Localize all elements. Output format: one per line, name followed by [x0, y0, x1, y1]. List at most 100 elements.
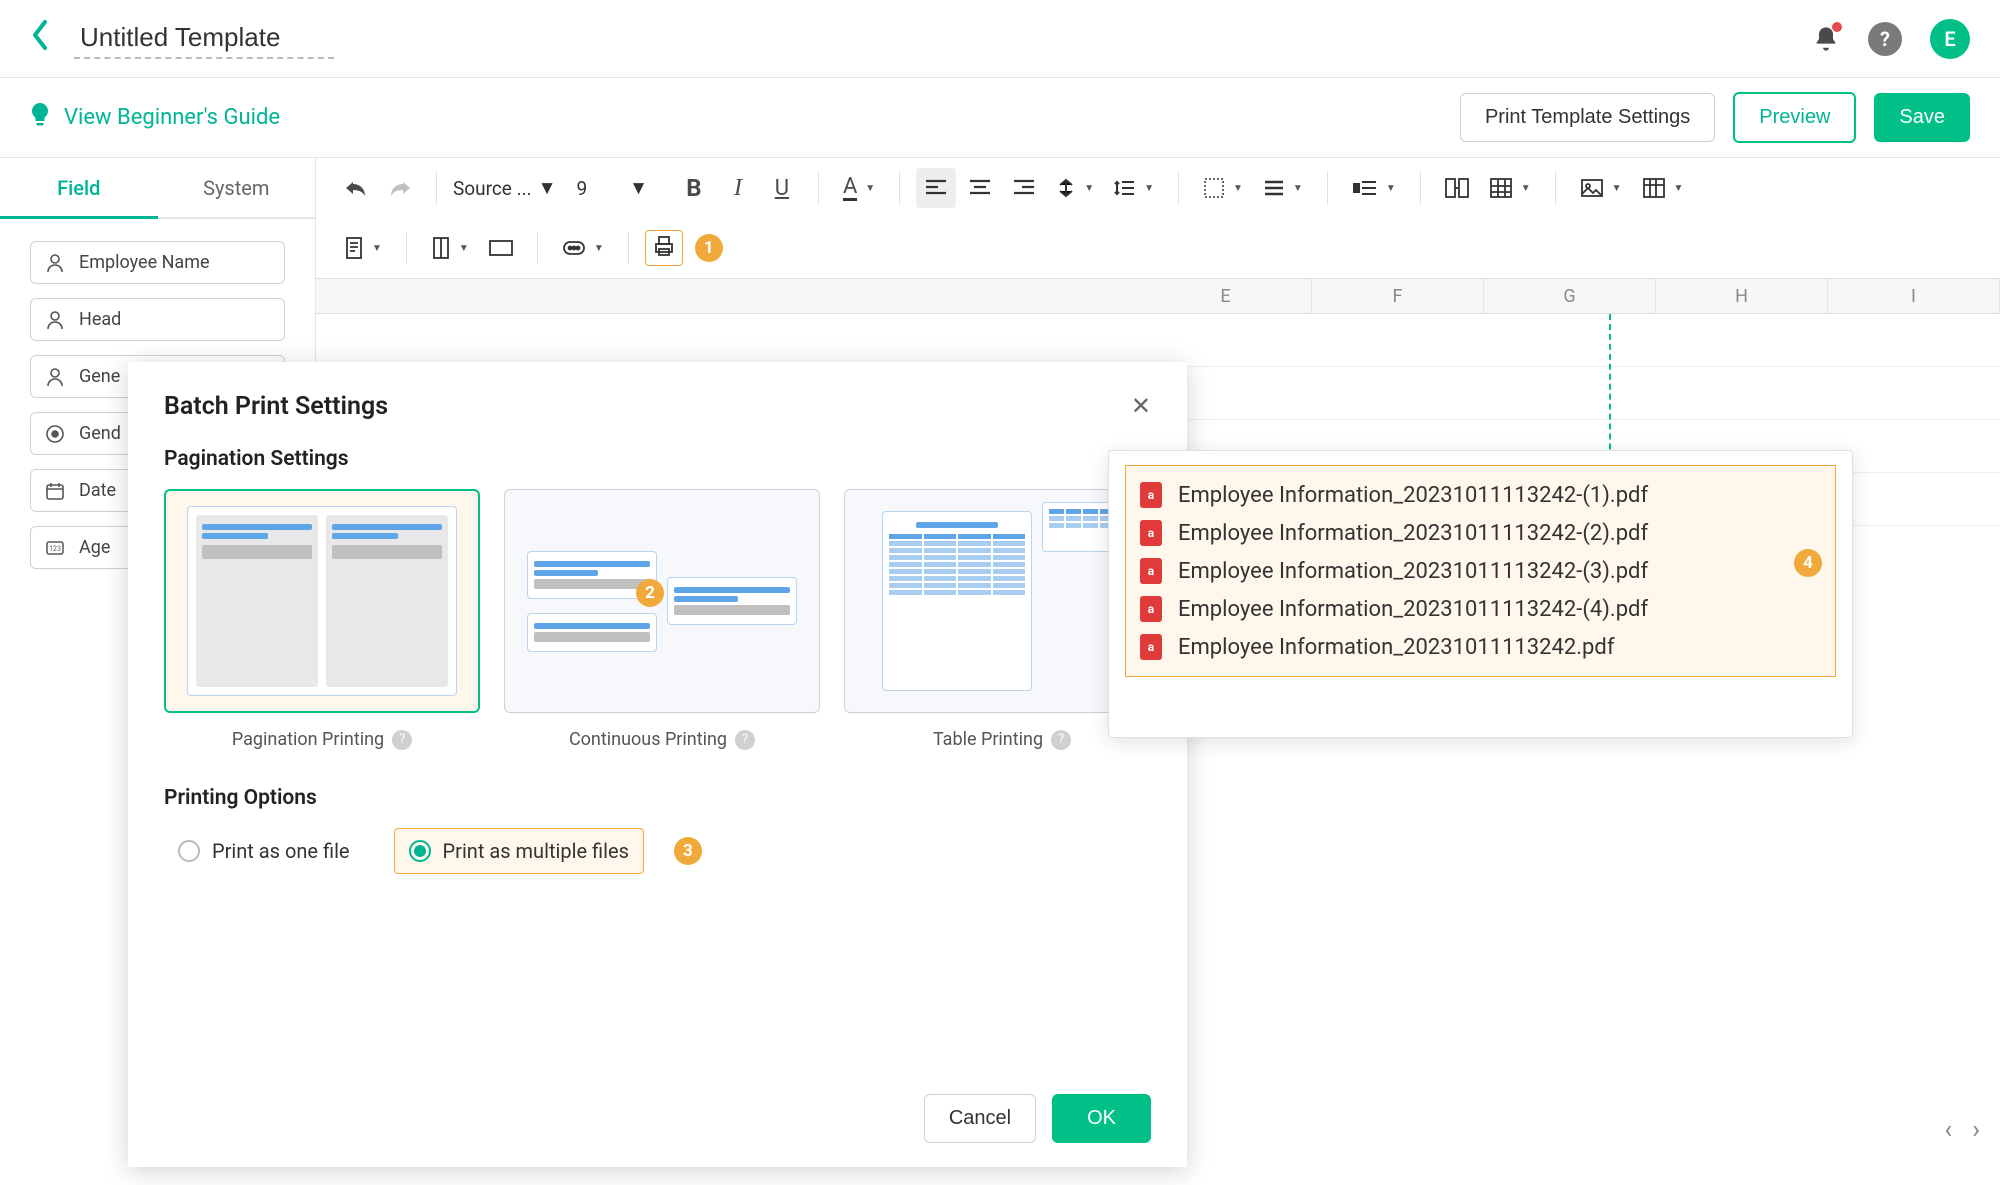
format-toolbar: Source ...▼ 9▼ B I U A▼ ▼ ▼ ▼ ▼ ▼ ▼ ▼	[316, 158, 2000, 218]
generated-files-popover: a Employee Information_20231011113242-(1)…	[1108, 450, 1853, 738]
sub-header: View Beginner's Guide Print Template Set…	[0, 78, 2000, 158]
field-label: Age	[79, 537, 110, 558]
radio-label: Print as multiple files	[443, 839, 629, 863]
file-name: Employee Information_20231011113242.pdf	[1178, 635, 1614, 660]
column-header[interactable]: E	[1140, 279, 1312, 313]
column-icon[interactable]: ▼	[423, 228, 477, 268]
printer-icon	[652, 235, 676, 261]
callout-3: 3	[674, 837, 702, 865]
person-icon	[45, 253, 67, 273]
indent-icon[interactable]: ▼	[1344, 168, 1404, 208]
italic-icon[interactable]: I	[718, 168, 758, 208]
image-icon[interactable]: ▼	[1572, 168, 1630, 208]
font-size-select[interactable]: 9▼	[576, 176, 648, 200]
notification-dot	[1832, 22, 1842, 32]
notifications-bell-icon[interactable]	[1812, 24, 1840, 54]
continuous-card[interactable]: Continuous Printing?	[504, 489, 820, 750]
batch-print-modal: Batch Print Settings ✕ Pagination Settin…	[128, 362, 1187, 1167]
align-right-icon[interactable]	[1004, 168, 1044, 208]
file-name: Employee Information_20231011113242-(4).…	[1178, 597, 1648, 622]
template-title-input[interactable]	[74, 18, 334, 59]
underline-icon[interactable]: U	[762, 168, 802, 208]
field-item[interactable]: Head	[30, 298, 285, 341]
merge-cells-icon[interactable]	[1437, 168, 1477, 208]
pdf-icon: a	[1140, 482, 1162, 508]
redo-icon[interactable]	[380, 168, 420, 208]
batch-print-button[interactable]	[645, 230, 683, 266]
column-header[interactable]: H	[1656, 279, 1828, 313]
beginners-guide-link[interactable]: View Beginner's Guide	[30, 102, 280, 134]
insert-icon[interactable]: ▼	[1634, 168, 1692, 208]
modal-title: Batch Print Settings	[164, 392, 388, 421]
help-icon[interactable]: ?	[1868, 22, 1902, 56]
font-family-select[interactable]: Source ...▼	[453, 176, 556, 200]
undo-icon[interactable]	[336, 168, 376, 208]
cancel-button[interactable]: Cancel	[924, 1094, 1036, 1143]
vertical-align-icon[interactable]: ▼	[1048, 168, 1102, 208]
font-color-icon[interactable]: A▼	[835, 168, 883, 208]
calendar-icon	[45, 481, 67, 501]
radio-one-file[interactable]: Print as one file	[164, 829, 364, 873]
person-icon	[45, 310, 67, 330]
column-header[interactable]: I	[1828, 279, 2000, 313]
align-center-icon[interactable]	[960, 168, 1000, 208]
card-label: Continuous Printing	[569, 729, 727, 750]
insert-toolbar: ▼ ▼ ▼ 1	[316, 218, 2000, 278]
column-header[interactable]: F	[1312, 279, 1484, 313]
preview-button[interactable]: Preview	[1733, 92, 1856, 143]
field-label: Employee Name	[79, 252, 210, 273]
bold-icon[interactable]: B	[674, 168, 714, 208]
field-label: Gene	[79, 366, 120, 387]
card-label: Pagination Printing	[232, 729, 384, 750]
column-header-row: E F G H I	[316, 278, 2000, 314]
file-item[interactable]: aEmployee Information_20231011113242-(3)…	[1140, 552, 1821, 590]
tab-field[interactable]: Field	[0, 158, 158, 219]
pagination-card[interactable]: Pagination Printing?	[164, 489, 480, 750]
lightbulb-icon	[30, 102, 50, 134]
field-item[interactable]: Employee Name	[30, 241, 285, 284]
chevron-left-icon[interactable]: ‹	[1944, 1115, 1952, 1145]
radio-multiple-files[interactable]: Print as multiple files	[394, 828, 644, 874]
print-template-settings-button[interactable]: Print Template Settings	[1460, 93, 1715, 142]
pagination-heading: Pagination Settings	[164, 447, 1151, 471]
radio-icon	[45, 424, 67, 444]
file-item[interactable]: aEmployee Information_20231011113242-(2)…	[1140, 514, 1821, 552]
save-button[interactable]: Save	[1874, 93, 1970, 142]
file-name: Employee Information_20231011113242-(3).…	[1178, 559, 1648, 584]
radio-label: Print as one file	[212, 839, 350, 863]
table-icon[interactable]: ▼	[1481, 168, 1539, 208]
file-item[interactable]: a Employee Information_20231011113242-(1)…	[1140, 476, 1821, 514]
callout-4: 4	[1794, 549, 1822, 577]
callout-1: 1	[695, 234, 723, 262]
list-icon[interactable]: ▼	[1255, 168, 1311, 208]
file-name: Employee Information_20231011113242-(1).…	[1178, 483, 1648, 508]
more-icon[interactable]: ▼	[554, 228, 612, 268]
chevron-right-icon[interactable]: ›	[1972, 1115, 1980, 1145]
pdf-icon: a	[1140, 634, 1162, 660]
user-avatar[interactable]: E	[1930, 19, 1970, 59]
column-header[interactable]: G	[1484, 279, 1656, 313]
page-icon[interactable]: ▼	[336, 228, 390, 268]
field-label: Head	[79, 309, 121, 330]
pdf-icon: a	[1140, 520, 1162, 546]
file-item[interactable]: a Employee Information_20231011113242-(4)…	[1140, 590, 1821, 628]
file-item[interactable]: a Employee Information_20231011113242.pdf	[1140, 628, 1821, 666]
help-icon[interactable]: ?	[735, 730, 755, 750]
close-icon[interactable]: ✕	[1131, 392, 1151, 420]
align-left-icon[interactable]	[916, 168, 956, 208]
app-header: ? E	[0, 0, 2000, 78]
field-label: Date	[79, 480, 116, 501]
pdf-icon: a	[1140, 596, 1162, 622]
options-heading: Printing Options	[164, 786, 1151, 810]
help-icon[interactable]: ?	[392, 730, 412, 750]
landscape-icon[interactable]	[481, 228, 521, 268]
svg-text:123: 123	[49, 545, 61, 553]
back-chevron-icon[interactable]	[30, 18, 50, 59]
tab-system[interactable]: System	[158, 158, 316, 219]
border-icon[interactable]: ▼	[1195, 168, 1251, 208]
line-spacing-icon[interactable]: ▼	[1106, 168, 1162, 208]
ok-button[interactable]: OK	[1052, 1094, 1151, 1143]
help-icon[interactable]: ?	[1051, 730, 1071, 750]
callout-2: 2	[636, 579, 664, 607]
horizontal-scroll[interactable]: ‹ ›	[1944, 1115, 1980, 1145]
